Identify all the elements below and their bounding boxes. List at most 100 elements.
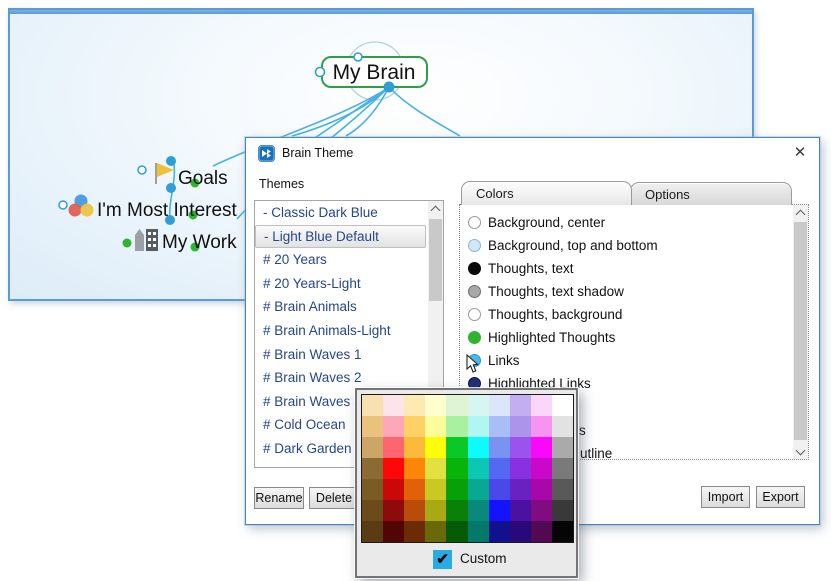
- colors-scroll-thumb[interactable]: [794, 222, 807, 440]
- color-swatch-icon[interactable]: [468, 331, 481, 344]
- gate-goals-icon[interactable]: [138, 166, 146, 174]
- color-item[interactable]: Links: [460, 351, 808, 374]
- palette-cell[interactable]: [404, 437, 425, 458]
- link-anchor-dot[interactable]: [384, 82, 395, 93]
- palette-cell[interactable]: [510, 479, 531, 500]
- palette-cell[interactable]: [510, 500, 531, 521]
- theme-item[interactable]: # Brain Animals: [255, 295, 443, 319]
- palette-grid[interactable]: [361, 394, 574, 543]
- colors-scrollbar[interactable]: [793, 205, 808, 459]
- palette-cell[interactable]: [468, 395, 489, 416]
- palette-cell[interactable]: [489, 395, 510, 416]
- palette-cell[interactable]: [362, 521, 383, 542]
- palette-cell[interactable]: [425, 395, 446, 416]
- palette-cell[interactable]: [552, 479, 573, 500]
- palette-cell[interactable]: [552, 437, 573, 458]
- palette-cell[interactable]: [468, 458, 489, 479]
- color-swatch-icon[interactable]: [468, 308, 481, 321]
- palette-cell[interactable]: [404, 479, 425, 500]
- palette-cell[interactable]: [531, 521, 552, 542]
- palette-cell[interactable]: [489, 458, 510, 479]
- palette-cell[interactable]: [468, 500, 489, 521]
- thought-label-work[interactable]: My Work: [162, 232, 237, 253]
- scroll-up-icon[interactable]: [793, 205, 808, 220]
- palette-cell[interactable]: [552, 458, 573, 479]
- thought-label-interest[interactable]: I'm Most Interest: [97, 200, 238, 221]
- scroll-up-icon[interactable]: [428, 201, 443, 216]
- thought-label-my-brain[interactable]: My Brain: [333, 61, 416, 84]
- palette-cell[interactable]: [404, 458, 425, 479]
- palette-cell[interactable]: [446, 479, 467, 500]
- palette-cell[interactable]: [510, 437, 531, 458]
- palette-cell[interactable]: [446, 395, 467, 416]
- palette-cell[interactable]: [489, 416, 510, 437]
- theme-item[interactable]: # Brain Waves 2: [255, 366, 443, 390]
- color-swatch-icon[interactable]: [468, 216, 481, 229]
- palette-cell[interactable]: [552, 395, 573, 416]
- palette-cell[interactable]: [362, 416, 383, 437]
- palette-cell[interactable]: [362, 500, 383, 521]
- palette-cell[interactable]: [362, 437, 383, 458]
- palette-cell[interactable]: [362, 395, 383, 416]
- theme-item[interactable]: - Light Blue Default: [255, 225, 426, 249]
- palette-cell[interactable]: [404, 500, 425, 521]
- palette-cell[interactable]: [468, 416, 489, 437]
- palette-cell[interactable]: [446, 521, 467, 542]
- palette-cell[interactable]: [531, 500, 552, 521]
- scroll-down-icon[interactable]: [793, 444, 808, 459]
- palette-cell[interactable]: [552, 416, 573, 437]
- palette-cell[interactable]: [383, 395, 404, 416]
- themes-scroll-thumb[interactable]: [429, 219, 442, 301]
- custom-checkbox[interactable]: ✔: [433, 550, 452, 569]
- palette-cell[interactable]: [425, 437, 446, 458]
- palette-cell[interactable]: [510, 395, 531, 416]
- color-swatch-icon[interactable]: [468, 262, 481, 275]
- palette-cell[interactable]: [383, 500, 404, 521]
- color-swatch-icon[interactable]: [468, 239, 481, 252]
- palette-cell[interactable]: [383, 521, 404, 542]
- color-item[interactable]: Highlighted Thoughts: [460, 328, 808, 351]
- palette-cell[interactable]: [531, 437, 552, 458]
- gate-interest-icon[interactable]: [59, 201, 67, 209]
- palette-cell[interactable]: [489, 437, 510, 458]
- gate-top-icon[interactable]: [354, 53, 362, 61]
- tab-colors[interactable]: Colors: [461, 181, 632, 205]
- palette-cell[interactable]: [510, 416, 531, 437]
- thought-label-goals[interactable]: Goals: [178, 168, 228, 189]
- palette-cell[interactable]: [531, 458, 552, 479]
- palette-cell[interactable]: [362, 479, 383, 500]
- palette-cell[interactable]: [489, 500, 510, 521]
- close-icon[interactable]: ✕: [789, 143, 811, 163]
- palette-cell[interactable]: [510, 458, 531, 479]
- theme-item[interactable]: # Brain Animals-Light: [255, 319, 443, 343]
- theme-item[interactable]: - Classic Dark Blue: [255, 201, 443, 225]
- theme-item[interactable]: # 20 Years-Light: [255, 272, 443, 296]
- color-swatch-icon[interactable]: [468, 285, 481, 298]
- palette-cell[interactable]: [468, 521, 489, 542]
- palette-cell[interactable]: [468, 437, 489, 458]
- color-item[interactable]: Thoughts, text: [460, 259, 808, 282]
- palette-cell[interactable]: [552, 521, 573, 542]
- palette-cell[interactable]: [425, 479, 446, 500]
- palette-cell[interactable]: [425, 521, 446, 542]
- palette-cell[interactable]: [362, 458, 383, 479]
- palette-cell[interactable]: [446, 500, 467, 521]
- palette-cell[interactable]: [468, 479, 489, 500]
- theme-item[interactable]: # Brain Waves 1: [255, 343, 443, 367]
- color-item[interactable]: Thoughts, text shadow: [460, 282, 808, 305]
- palette-cell[interactable]: [404, 521, 425, 542]
- export-button[interactable]: Export: [756, 486, 805, 508]
- color-item[interactable]: Background, center: [460, 213, 808, 236]
- rename-button[interactable]: Rename: [254, 487, 304, 509]
- palette-cell[interactable]: [425, 458, 446, 479]
- palette-cell[interactable]: [531, 479, 552, 500]
- palette-cell[interactable]: [446, 437, 467, 458]
- delete-button[interactable]: Delete: [309, 487, 359, 509]
- tab-options[interactable]: Options: [630, 182, 792, 205]
- palette-cell[interactable]: [383, 416, 404, 437]
- palette-cell[interactable]: [446, 458, 467, 479]
- palette-cell[interactable]: [531, 395, 552, 416]
- palette-cell[interactable]: [510, 521, 531, 542]
- palette-cell[interactable]: [489, 521, 510, 542]
- palette-cell[interactable]: [383, 458, 404, 479]
